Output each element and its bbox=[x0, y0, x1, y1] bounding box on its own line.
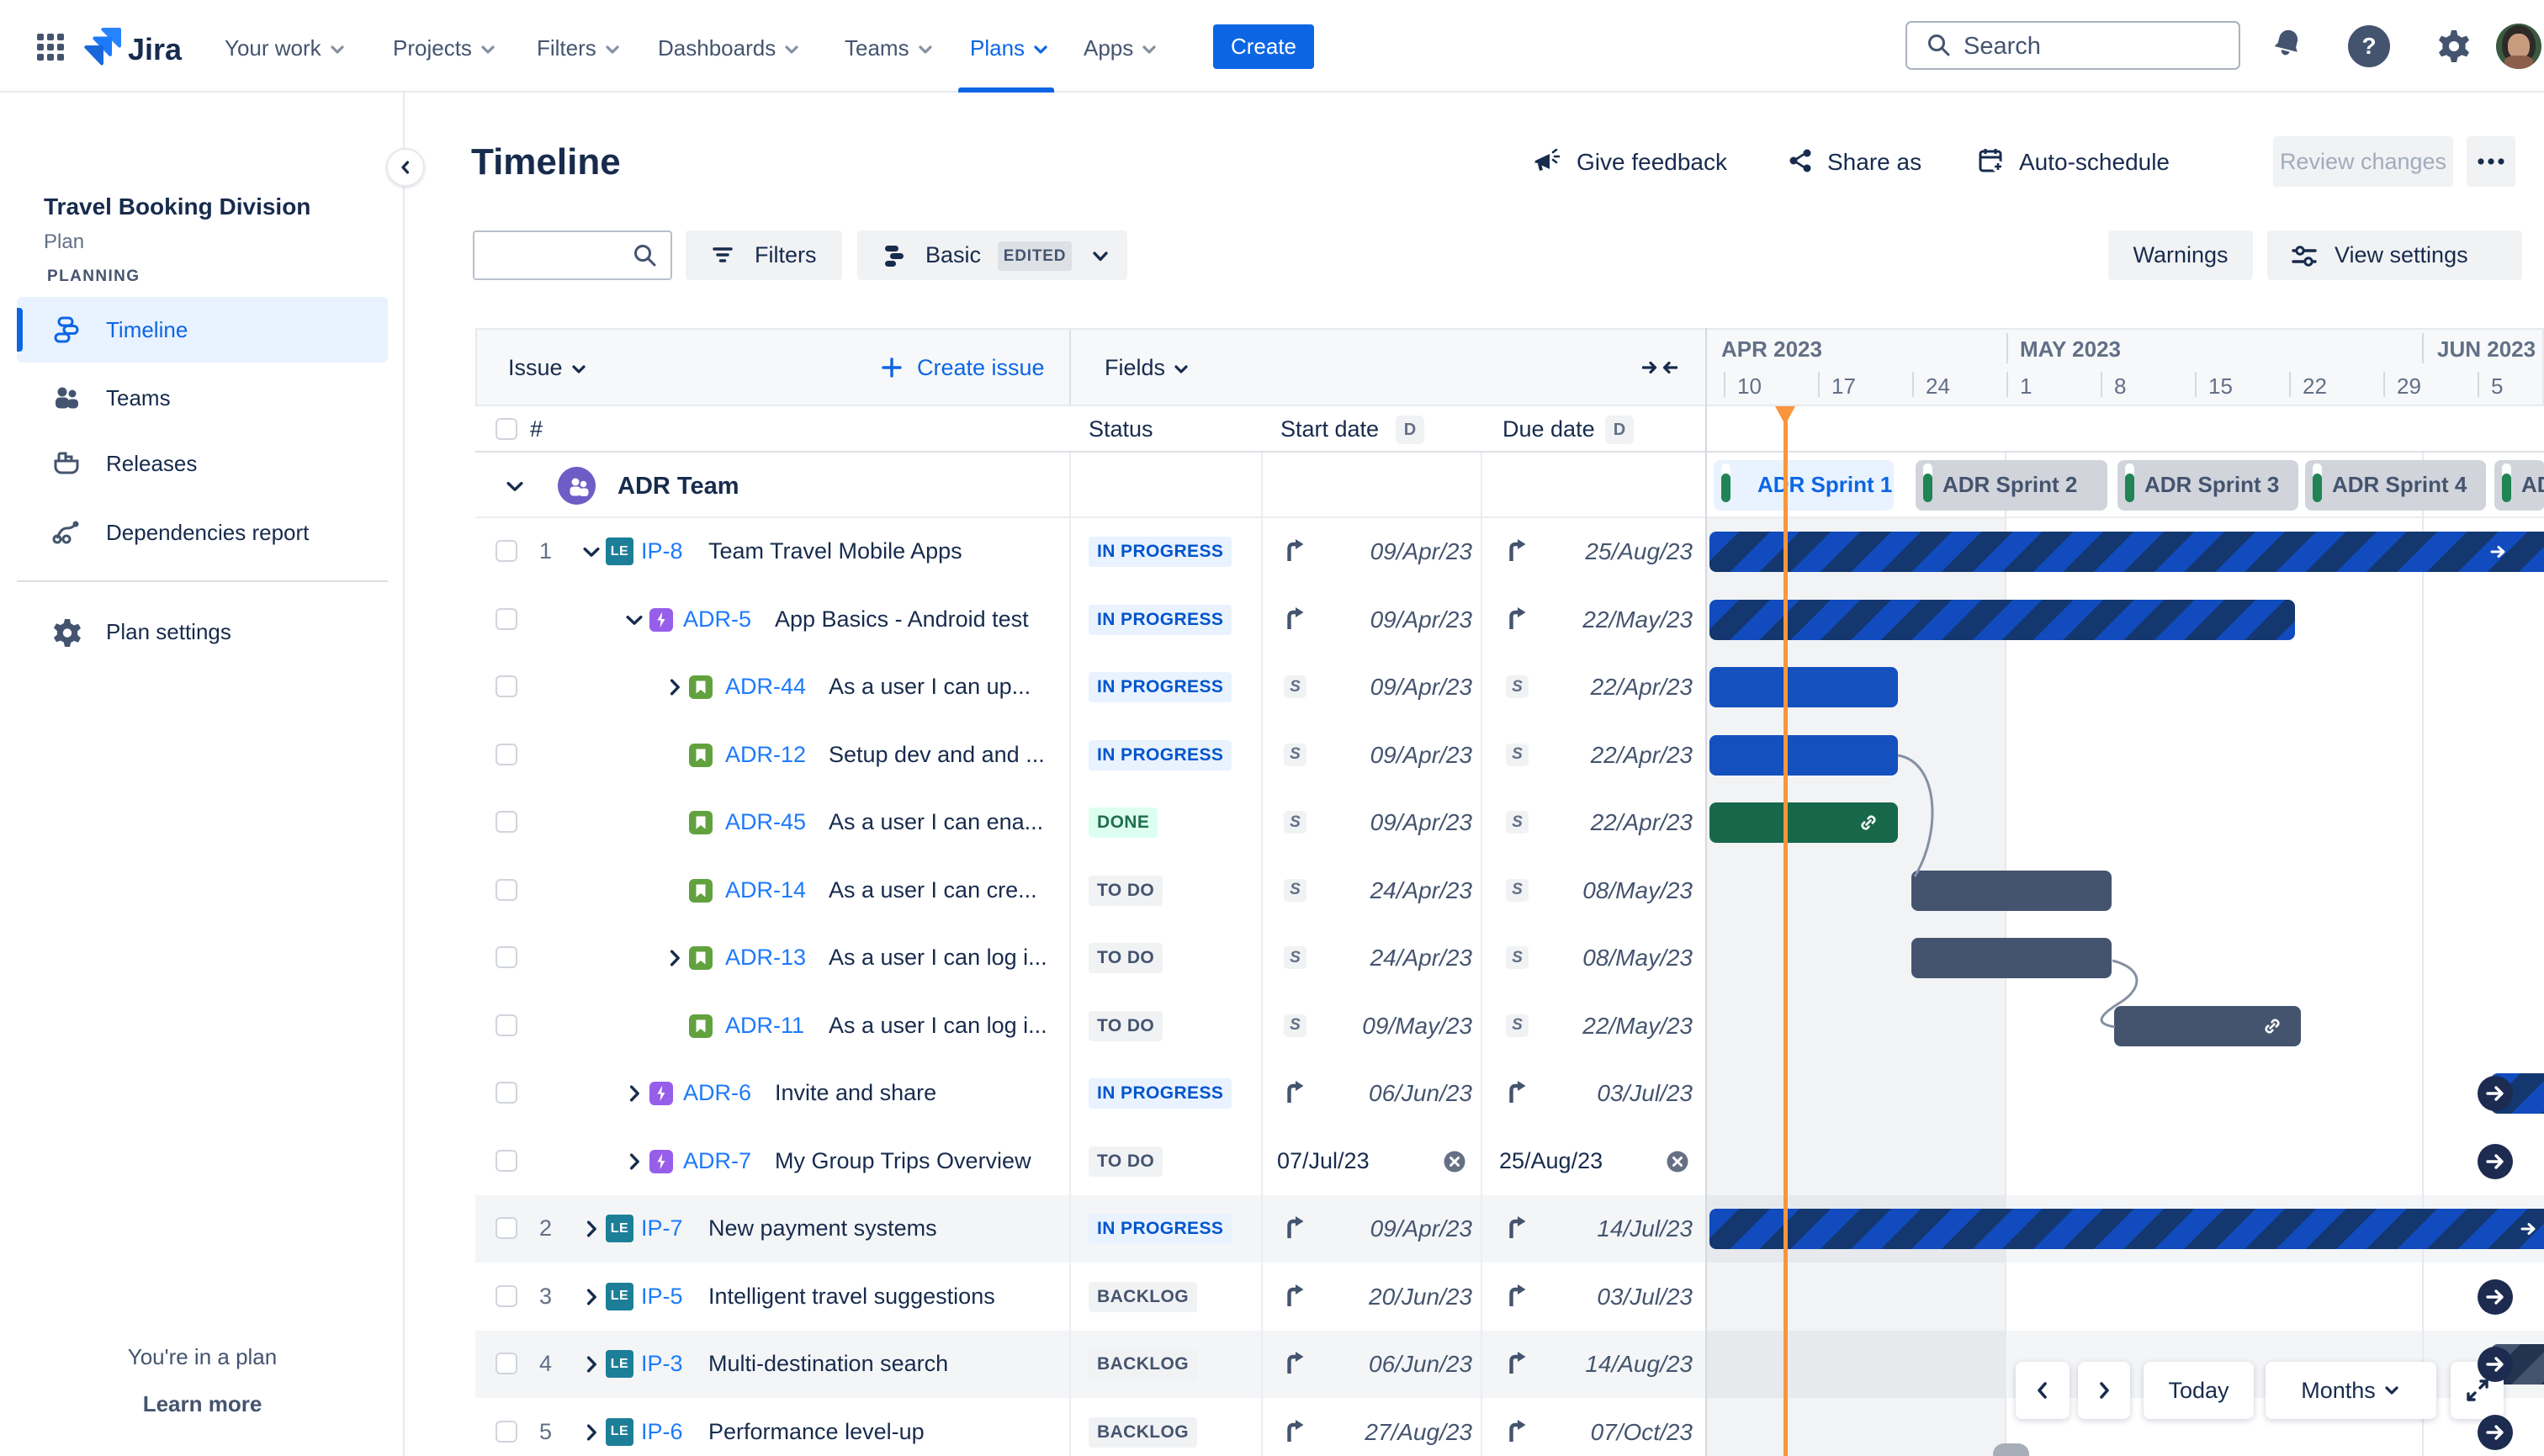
svg-text:?: ? bbox=[2361, 33, 2376, 59]
